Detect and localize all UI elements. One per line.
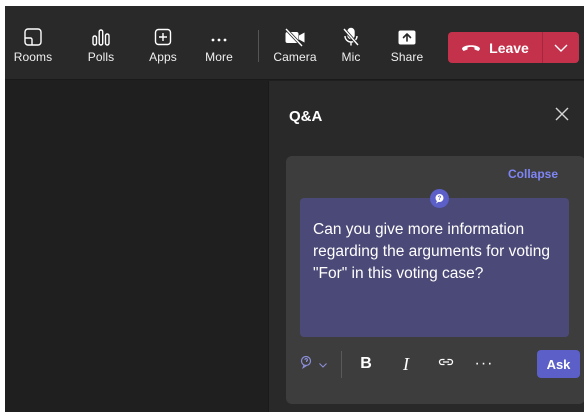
more-label: More — [205, 50, 233, 64]
share-label: Share — [390, 50, 424, 64]
chevron-down-icon — [318, 355, 327, 373]
more-button[interactable]: More — [199, 6, 239, 80]
bold-button[interactable]: B — [353, 350, 379, 378]
leave-options-button[interactable] — [543, 32, 579, 63]
mic-off-icon — [341, 6, 361, 50]
chevron-down-icon — [554, 39, 568, 57]
rooms-icon — [23, 6, 43, 50]
leave-button[interactable]: Leave — [448, 32, 542, 63]
rooms-label: Rooms — [13, 50, 53, 64]
bold-label: B — [360, 355, 372, 372]
italic-button[interactable]: I — [393, 350, 419, 378]
italic-label: I — [403, 353, 409, 374]
mic-button[interactable]: Mic — [333, 6, 369, 80]
meeting-toolbar: Rooms Polls Apps More Camera Mic Share L… — [5, 6, 584, 80]
question-type-icon — [300, 355, 316, 374]
share-button[interactable]: Share — [389, 6, 425, 80]
collapse-link[interactable]: Collapse — [508, 167, 558, 181]
apps-label: Apps — [149, 50, 177, 64]
qa-panel: Q&A Collapse Can you give more informati… — [268, 81, 584, 412]
ask-button[interactable]: Ask — [537, 350, 580, 378]
panel-title: Q&A — [289, 108, 323, 125]
question-text: Can you give more information regarding … — [313, 221, 550, 282]
camera-off-icon — [284, 6, 306, 50]
question-input[interactable]: Can you give more information regarding … — [300, 198, 569, 337]
compose-divider — [341, 351, 342, 378]
apps-button[interactable]: Apps — [143, 6, 183, 80]
polls-label: Polls — [87, 50, 115, 64]
mic-label: Mic — [341, 50, 361, 64]
apps-icon — [153, 6, 173, 50]
camera-label: Camera — [273, 50, 317, 64]
more-icon — [209, 6, 229, 50]
polls-button[interactable]: Polls — [81, 6, 121, 80]
toolbar-divider — [258, 30, 259, 62]
share-icon — [397, 6, 417, 50]
phone-hangup-icon — [461, 39, 481, 57]
link-icon — [438, 355, 454, 373]
question-bubble-icon: ? — [430, 189, 449, 208]
polls-icon — [91, 6, 111, 50]
meeting-window: Rooms Polls Apps More Camera Mic Share L… — [5, 6, 584, 412]
close-icon — [555, 107, 569, 126]
more-options-button[interactable]: ··· — [469, 350, 499, 378]
close-panel-button[interactable] — [551, 105, 573, 127]
question-compose-card: Collapse Can you give more information r… — [286, 156, 584, 404]
more-options-label: ··· — [474, 355, 494, 372]
leave-label: Leave — [489, 39, 529, 56]
post-type-dropdown[interactable] — [294, 350, 332, 378]
leave-button-group: Leave — [448, 32, 579, 63]
camera-button[interactable]: Camera — [272, 6, 318, 80]
link-button[interactable] — [433, 350, 459, 378]
compose-toolbar: B I ··· Ask — [286, 339, 584, 393]
svg-text:?: ? — [438, 196, 442, 202]
rooms-button[interactable]: Rooms — [10, 6, 56, 80]
